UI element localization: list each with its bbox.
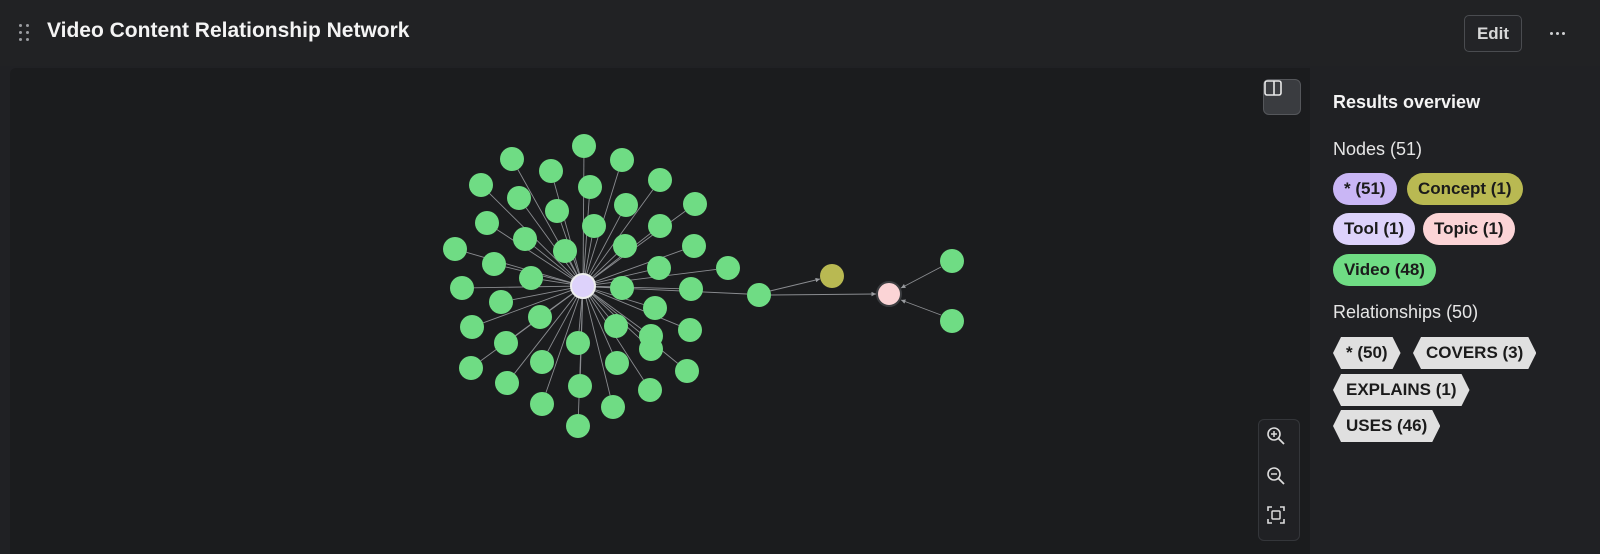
rel-type-covers[interactable]: COVERS (3) — [1413, 337, 1536, 369]
sidebar-toggle-icon — [1264, 80, 1282, 96]
drag-handle-icon[interactable] — [19, 24, 33, 42]
video-node[interactable] — [495, 371, 519, 395]
video-node[interactable] — [553, 239, 577, 263]
video-node[interactable] — [566, 414, 590, 438]
toggle-sidebar-button[interactable] — [1263, 79, 1301, 115]
zoom-out-button[interactable] — [1266, 466, 1294, 494]
video-node[interactable] — [530, 392, 554, 416]
zoom-in-icon — [1267, 427, 1285, 445]
video-node[interactable] — [507, 186, 531, 210]
video-node[interactable] — [716, 256, 740, 280]
rel-type-uses[interactable]: USES (46) — [1333, 410, 1440, 442]
video-node[interactable] — [494, 331, 518, 355]
video-node[interactable] — [582, 214, 606, 238]
uses-edge[interactable] — [592, 210, 686, 280]
node-label-all[interactable]: * (51) — [1333, 173, 1397, 205]
video-node[interactable] — [675, 359, 699, 383]
zoom-out-icon — [1267, 467, 1285, 485]
fit-to-screen-button[interactable] — [1266, 505, 1294, 533]
video-node[interactable] — [482, 252, 506, 276]
fit-screen-icon — [1267, 506, 1285, 524]
edit-button[interactable]: Edit — [1464, 15, 1522, 52]
zoom-controls — [1258, 419, 1300, 541]
video-node[interactable] — [614, 193, 638, 217]
covers-edge[interactable] — [900, 266, 942, 289]
rel-type-explains[interactable]: EXPLAINS (1) — [1333, 374, 1470, 406]
video-node[interactable] — [643, 296, 667, 320]
video-node[interactable] — [443, 237, 467, 261]
video-node[interactable] — [568, 374, 592, 398]
graph-canvas[interactable] — [10, 68, 1310, 554]
video-node[interactable] — [647, 256, 671, 280]
video-node[interactable] — [610, 276, 634, 300]
results-overview-panel: Results overview Nodes (51) * (51) Conce… — [1310, 68, 1600, 554]
video-node[interactable] — [678, 318, 702, 342]
video-node[interactable] — [528, 305, 552, 329]
video-node[interactable] — [679, 277, 703, 301]
video-node[interactable] — [638, 378, 662, 402]
tool-node[interactable] — [570, 273, 596, 299]
topic-node[interactable] — [876, 281, 902, 307]
video-node[interactable] — [519, 266, 543, 290]
more-options-icon[interactable] — [1542, 18, 1572, 48]
node-label-tool[interactable]: Tool (1) — [1333, 213, 1416, 245]
video-node[interactable] — [500, 147, 524, 171]
video-node[interactable] — [747, 283, 771, 307]
video-node[interactable] — [682, 234, 706, 258]
video-node[interactable] — [459, 356, 483, 380]
video-node[interactable] — [489, 290, 513, 314]
video-node[interactable] — [601, 395, 625, 419]
node-label-concept[interactable]: Concept (1) — [1407, 173, 1523, 205]
video-node[interactable] — [610, 148, 634, 172]
results-overview-title: Results overview — [1333, 92, 1481, 112]
graph-visualization[interactable] — [10, 68, 1310, 554]
video-node[interactable] — [648, 168, 672, 192]
video-node[interactable] — [530, 350, 554, 374]
node-label-topic[interactable]: Topic (1) — [1423, 213, 1515, 245]
video-node[interactable] — [450, 276, 474, 300]
nodes-count-label: Nodes (51) — [1333, 139, 1423, 159]
video-node[interactable] — [604, 314, 628, 338]
video-node[interactable] — [683, 192, 707, 216]
video-node[interactable] — [605, 351, 629, 375]
relationships-count-label: Relationships (50) — [1333, 302, 1479, 322]
video-node[interactable] — [460, 315, 484, 339]
video-node[interactable] — [539, 159, 563, 183]
video-node[interactable] — [469, 173, 493, 197]
video-node[interactable] — [572, 134, 596, 158]
node-label-video[interactable]: Video (48) — [1333, 254, 1436, 286]
rel-type-all[interactable]: * (50) — [1333, 337, 1401, 369]
covers-edge[interactable] — [900, 299, 942, 316]
explains-edge[interactable] — [769, 277, 821, 292]
zoom-in-button[interactable] — [1266, 426, 1294, 454]
video-node[interactable] — [613, 234, 637, 258]
concept-node[interactable] — [820, 264, 844, 288]
covers-edge[interactable] — [770, 291, 877, 297]
video-node[interactable] — [566, 331, 590, 355]
video-node[interactable] — [940, 309, 964, 333]
uses-edge[interactable] — [582, 157, 585, 275]
video-node[interactable] — [648, 214, 672, 238]
panel-header: Video Content Relationship Network Edit — [0, 0, 1600, 66]
video-node[interactable] — [639, 337, 663, 361]
video-node[interactable] — [578, 175, 602, 199]
video-node[interactable] — [940, 249, 964, 273]
panel-title: Video Content Relationship Network — [47, 19, 410, 42]
video-node[interactable] — [513, 227, 537, 251]
video-node[interactable] — [475, 211, 499, 235]
video-node[interactable] — [545, 199, 569, 223]
